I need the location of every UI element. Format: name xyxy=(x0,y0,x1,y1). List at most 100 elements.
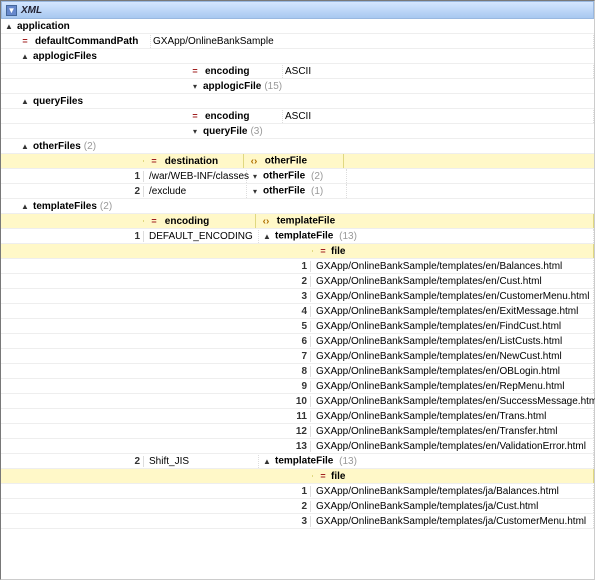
row-number: 3 xyxy=(293,291,311,302)
node-applogic-encoding[interactable]: = encoding ASCII xyxy=(1,64,594,79)
file-path: GXApp/OnlineBankSample/templates/en/Tran… xyxy=(316,411,546,422)
node-query-encoding[interactable]: = encoding ASCII xyxy=(1,109,594,124)
file-row[interactable]: 3 GXApp/OnlineBankSample/templates/ja/Cus… xyxy=(1,514,594,529)
expand-icon[interactable]: ▲ xyxy=(19,50,31,62)
file-path: GXApp/OnlineBankSample/templates/ja/Cust… xyxy=(316,516,586,527)
expand-icon[interactable]: ▲ xyxy=(3,20,15,32)
encoding-value: Shift_JIS xyxy=(149,456,189,467)
file-path: GXApp/OnlineBankSample/templates/en/Vali… xyxy=(316,441,586,452)
node-query-files[interactable]: ▲ queryFiles xyxy=(1,94,594,109)
expand-icon[interactable]: ▲ xyxy=(261,455,273,467)
file-row[interactable]: 12 GXApp/OnlineBankSample/templates/en/Tr… xyxy=(1,424,594,439)
dropdown-icon[interactable]: ▾ xyxy=(249,170,261,182)
row-number: 12 xyxy=(293,426,311,437)
file-row[interactable]: 2 GXApp/OnlineBankSample/templates/en/Cus… xyxy=(1,274,594,289)
row-number: 2 xyxy=(126,456,144,467)
template-group-row[interactable]: 1DEFAULT_ENCODING▲templateFile (13) xyxy=(1,229,594,244)
file-path: GXApp/OnlineBankSample/templates/en/Find… xyxy=(316,321,561,332)
title-bar: ▼ XML xyxy=(1,1,594,19)
file-path: GXApp/OnlineBankSample/templates/en/Tran… xyxy=(316,426,557,437)
file-row[interactable]: 4 GXApp/OnlineBankSample/templates/en/Exi… xyxy=(1,304,594,319)
dropdown-icon[interactable]: ▾ xyxy=(249,185,261,197)
expand-icon[interactable]: ▲ xyxy=(19,140,31,152)
element-icon: ‹› xyxy=(248,155,260,167)
row-number: 8 xyxy=(293,366,311,377)
row-number: 1 xyxy=(293,486,311,497)
file-path: GXApp/OnlineBankSample/templates/en/List… xyxy=(316,336,562,347)
row-number: 11 xyxy=(293,411,311,422)
file-row[interactable]: 5 GXApp/OnlineBankSample/templates/en/Fin… xyxy=(1,319,594,334)
file-header: =file xyxy=(1,469,594,484)
attr-icon: = xyxy=(148,215,160,227)
row-number: 2 xyxy=(293,501,311,512)
file-row[interactable]: 8 GXApp/OnlineBankSample/templates/en/OBL… xyxy=(1,364,594,379)
row-number: 13 xyxy=(293,441,311,452)
file-path: GXApp/OnlineBankSample/templates/en/Cust… xyxy=(316,276,542,287)
file-row[interactable]: 1GXApp/OnlineBankSample/templates/en/Bal… xyxy=(1,259,594,274)
template-files-header: = encoding ‹› templateFile xyxy=(1,214,594,229)
expand-icon[interactable]: ▲ xyxy=(19,200,31,212)
file-row[interactable]: 13 GXApp/OnlineBankSample/templates/en/Va… xyxy=(1,439,594,454)
expand-icon[interactable]: ▲ xyxy=(261,230,273,242)
row-number: 4 xyxy=(293,306,311,317)
encoding-value: DEFAULT_ENCODING xyxy=(149,231,253,242)
attr-icon: = xyxy=(189,65,201,77)
node-query-file[interactable]: ▾ queryFile (3) xyxy=(1,124,594,139)
file-path: GXApp/OnlineBankSample/templates/en/NewC… xyxy=(316,351,562,362)
file-path: GXApp/OnlineBankSample/templates/en/Exit… xyxy=(316,306,578,317)
row-number: 9 xyxy=(293,381,311,392)
file-row[interactable]: 6 GXApp/OnlineBankSample/templates/en/Lis… xyxy=(1,334,594,349)
file-path: GXApp/OnlineBankSample/templates/en/Succ… xyxy=(316,396,595,407)
file-row[interactable]: 2 GXApp/OnlineBankSample/templates/ja/Cus… xyxy=(1,499,594,514)
node-other-files[interactable]: ▲ otherFiles (2) xyxy=(1,139,594,154)
dropdown-icon[interactable]: ▾ xyxy=(189,80,201,92)
attr-icon: = xyxy=(317,245,329,257)
expand-icon[interactable]: ▲ xyxy=(19,95,31,107)
file-row[interactable]: 11 GXApp/OnlineBankSample/templates/en/Tr… xyxy=(1,409,594,424)
file-path: GXApp/OnlineBankSample/templates/en/RepM… xyxy=(316,381,564,392)
file-path: GXApp/OnlineBankSample/templates/ja/Bala… xyxy=(316,486,559,497)
file-path: GXApp/OnlineBankSample/templates/en/OBLo… xyxy=(316,366,560,377)
node-template-files[interactable]: ▲ templateFiles (2) xyxy=(1,199,594,214)
element-icon: ‹› xyxy=(260,215,272,227)
node-applogic-file[interactable]: ▾ applogicFile (15) xyxy=(1,79,594,94)
node-application[interactable]: ▲ application xyxy=(1,19,594,34)
file-row[interactable]: 10 GXApp/OnlineBankSample/templates/en/Su… xyxy=(1,394,594,409)
file-header-label: file xyxy=(331,246,345,257)
template-group-row[interactable]: 2Shift_JIS▲templateFile (13) xyxy=(1,454,594,469)
xml-tree: ▲ application = defaultCommandPath GXApp… xyxy=(1,19,594,529)
destination-value: /war/WEB-INF/classes xyxy=(149,171,249,182)
attr-icon: = xyxy=(19,35,31,47)
dropdown-icon[interactable]: ▾ xyxy=(189,125,201,137)
row-number: 5 xyxy=(293,321,311,332)
file-path: GXApp/OnlineBankSample/templates/en/Bala… xyxy=(316,261,562,272)
other-files-row[interactable]: 1/war/WEB-INF/classes▾otherFile (2) xyxy=(1,169,594,184)
row-number: 1 xyxy=(126,231,144,242)
destination-value: /exclude xyxy=(149,186,186,197)
file-row[interactable]: 7 GXApp/OnlineBankSample/templates/en/New… xyxy=(1,349,594,364)
attr-icon: = xyxy=(148,155,160,167)
title-text: XML xyxy=(21,5,42,16)
file-row[interactable]: 3 GXApp/OnlineBankSample/templates/en/Cus… xyxy=(1,289,594,304)
row-number: 3 xyxy=(293,516,311,527)
row-number: 6 xyxy=(293,336,311,347)
file-row[interactable]: 9 GXApp/OnlineBankSample/templates/en/Rep… xyxy=(1,379,594,394)
row-number: 10 xyxy=(293,396,311,407)
node-default-command-path[interactable]: = defaultCommandPath GXApp/OnlineBankSam… xyxy=(1,34,594,49)
row-number: 2 xyxy=(293,276,311,287)
file-path: GXApp/OnlineBankSample/templates/ja/Cust… xyxy=(316,501,538,512)
template-file-label: templateFile xyxy=(275,231,333,242)
row-number: 7 xyxy=(293,351,311,362)
collapse-all-icon[interactable]: ▼ xyxy=(6,5,17,16)
template-file-label: templateFile xyxy=(275,456,333,467)
node-applogic-files[interactable]: ▲ applogicFiles xyxy=(1,49,594,64)
other-file-label: otherFile xyxy=(263,186,305,197)
row-number: 1 xyxy=(126,171,144,182)
other-files-row[interactable]: 2/exclude▾otherFile (1) xyxy=(1,184,594,199)
file-path: GXApp/OnlineBankSample/templates/en/Cust… xyxy=(316,291,589,302)
file-row[interactable]: 1 GXApp/OnlineBankSample/templates/ja/Bal… xyxy=(1,484,594,499)
attr-icon: = xyxy=(317,470,329,482)
file-header: =file xyxy=(1,244,594,259)
attr-icon: = xyxy=(189,110,201,122)
other-file-label: otherFile xyxy=(263,171,305,182)
